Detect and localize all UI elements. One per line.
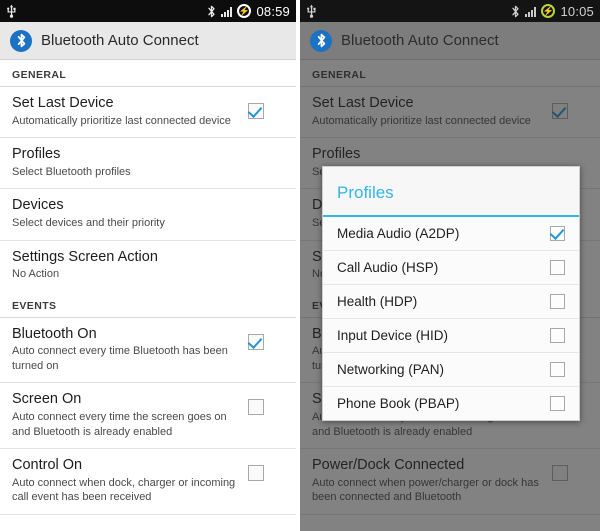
- section-header-events: EVENTS: [0, 290, 296, 318]
- profiles-dialog[interactable]: Profiles Media Audio (A2DP) Call Audio (…: [322, 166, 580, 421]
- setting-row-settings-screen-action[interactable]: Settings Screen Action No Action: [0, 240, 296, 291]
- dialog-checkbox-networking[interactable]: [550, 362, 565, 377]
- dialog-checkbox-phone-book[interactable]: [550, 396, 565, 411]
- dialog-item-label: Input Device (HID): [337, 328, 449, 343]
- checkbox-power-dock-connected[interactable]: [552, 465, 568, 482]
- setting-row-profiles[interactable]: Profiles Select Bluetooth profiles: [0, 138, 296, 190]
- left-action-bar: Bluetooth Auto Connect: [0, 22, 296, 60]
- row-title: Screen On: [12, 391, 82, 408]
- row-subtitle: Automatically prioritize last connected …: [12, 114, 231, 127]
- row-texts: Profiles Select Bluetooth profiles: [12, 146, 286, 179]
- signal-bars-icon: [525, 6, 537, 17]
- row-texts: Set Last Device Automatically prioritize…: [312, 95, 552, 128]
- dialog-checkbox-call-audio[interactable]: [550, 260, 565, 275]
- row-subtitle: Auto connect when dock, charger or incom…: [12, 476, 236, 504]
- battery-bolt-glyph: ⚡: [542, 5, 555, 16]
- bluetooth-icon: [207, 5, 216, 18]
- row-title: Settings Screen Action: [12, 248, 158, 265]
- row-title: Profiles: [12, 146, 61, 163]
- checkbox-bluetooth-on[interactable]: [248, 333, 264, 350]
- row-texts: Devices Select devices and their priorit…: [12, 197, 286, 230]
- signal-bars-icon: [221, 6, 233, 17]
- checkbox-screen-on[interactable]: [248, 399, 264, 416]
- row-subtitle: Auto connect when power/charger or dock …: [312, 476, 539, 504]
- row-subtitle: Select Bluetooth profiles: [12, 165, 131, 178]
- checkbox-set-last-device[interactable]: [248, 103, 264, 119]
- dialog-item-label: Networking (PAN): [337, 362, 445, 377]
- row-title: Devices: [12, 197, 64, 214]
- dialog-item-networking[interactable]: Networking (PAN): [323, 353, 579, 387]
- row-texts: Settings Screen Action No Action: [12, 249, 286, 282]
- left-status-bar: ⚡ 08:59: [0, 0, 296, 22]
- battery-charging-icon: ⚡: [541, 4, 556, 18]
- row-subtitle: Automatically prioritize last connected …: [312, 114, 531, 127]
- setting-row-control-on[interactable]: Control On Auto connect when dock, charg…: [0, 449, 296, 515]
- section-header-general: GENERAL: [0, 60, 296, 87]
- section-header-general: GENERAL: [300, 60, 600, 87]
- row-subtitle: Select devices and their priority: [12, 217, 165, 230]
- status-right-icons: ⚡ 08:59: [207, 4, 290, 19]
- dialog-title: Profiles: [323, 167, 579, 217]
- bluetooth-icon: [511, 5, 520, 18]
- left-settings-list[interactable]: GENERAL Set Last Device Automatically pr…: [0, 60, 296, 515]
- dialog-checkbox-media-audio[interactable]: [550, 226, 565, 241]
- setting-row-power-dock-connected[interactable]: Power/Dock Connected Auto connect when p…: [300, 449, 600, 515]
- status-left-icons: [306, 4, 317, 18]
- status-clock: 10:05: [560, 3, 594, 19]
- row-title: Profiles: [312, 146, 361, 163]
- row-subtitle: Auto connect every time Bluetooth has be…: [12, 345, 228, 372]
- dual-screenshot-container: ⚡ 08:59 Bluetooth Auto Connect GENERAL S…: [0, 0, 600, 531]
- setting-row-set-last-device[interactable]: Set Last Device Automatically prioritize…: [0, 87, 296, 139]
- row-texts: Power/Dock Connected Auto connect when p…: [312, 457, 552, 505]
- checkbox-set-last-device[interactable]: [552, 103, 568, 119]
- dialog-item-label: Phone Book (PBAP): [337, 396, 460, 411]
- dialog-item-health[interactable]: Health (HDP): [323, 285, 579, 319]
- row-subtitle: No Action: [12, 268, 60, 281]
- battery-bolt-glyph: ⚡: [238, 5, 251, 16]
- app-title: Bluetooth Auto Connect: [41, 32, 199, 49]
- dialog-item-media-audio[interactable]: Media Audio (A2DP): [323, 217, 579, 251]
- status-left-icons: [6, 4, 17, 18]
- dialog-item-label: Health (HDP): [337, 294, 418, 309]
- dialog-item-input-device[interactable]: Input Device (HID): [323, 319, 579, 353]
- dialog-checkbox-input-device[interactable]: [550, 328, 565, 343]
- row-title: Power/Dock Connected: [312, 457, 465, 474]
- bluetooth-app-icon: [10, 29, 32, 52]
- right-content-with-overlay: GENERAL Set Last Device Automatically pr…: [300, 60, 600, 531]
- row-title: Control On: [12, 457, 83, 474]
- setting-row-screen-on[interactable]: Screen On Auto connect every time the sc…: [0, 383, 296, 450]
- row-texts: Set Last Device Automatically prioritize…: [12, 95, 248, 128]
- row-subtitle: Auto connect every time the screen goes …: [12, 411, 227, 438]
- battery-charging-icon: ⚡: [237, 4, 252, 18]
- setting-row-set-last-device[interactable]: Set Last Device Automatically prioritize…: [300, 87, 600, 139]
- app-title: Bluetooth Auto Connect: [341, 32, 499, 49]
- dialog-item-call-audio[interactable]: Call Audio (HSP): [323, 251, 579, 285]
- left-phone-screen: ⚡ 08:59 Bluetooth Auto Connect GENERAL S…: [0, 0, 296, 531]
- status-right-icons: ⚡ 10:05: [511, 4, 594, 19]
- dialog-item-phone-book[interactable]: Phone Book (PBAP): [323, 387, 579, 420]
- row-texts: Bluetooth On Auto connect every time Blu…: [12, 326, 248, 374]
- row-title: Bluetooth On: [12, 325, 97, 342]
- dialog-checkbox-health[interactable]: [550, 294, 565, 309]
- dialog-item-label: Media Audio (A2DP): [337, 226, 460, 241]
- right-action-bar: Bluetooth Auto Connect: [300, 22, 600, 60]
- row-title: Set Last Device: [312, 95, 414, 111]
- dialog-item-label: Call Audio (HSP): [337, 260, 439, 275]
- row-texts: Screen On Auto connect every time the sc…: [12, 391, 248, 439]
- usb-icon: [6, 4, 17, 18]
- row-title: Set Last Device: [12, 95, 114, 111]
- row-texts: Control On Auto connect when dock, charg…: [12, 457, 248, 505]
- bluetooth-app-icon: [310, 29, 332, 52]
- right-phone-screen: ⚡ 10:05 Bluetooth Auto Connect GENERAL S…: [300, 0, 600, 531]
- status-clock: 08:59: [256, 3, 290, 19]
- setting-row-devices[interactable]: Devices Select devices and their priorit…: [0, 189, 296, 241]
- right-status-bar: ⚡ 10:05: [300, 0, 600, 22]
- usb-icon: [306, 4, 317, 18]
- checkbox-control-on[interactable]: [248, 465, 264, 482]
- setting-row-bluetooth-on[interactable]: Bluetooth On Auto connect every time Blu…: [0, 317, 296, 384]
